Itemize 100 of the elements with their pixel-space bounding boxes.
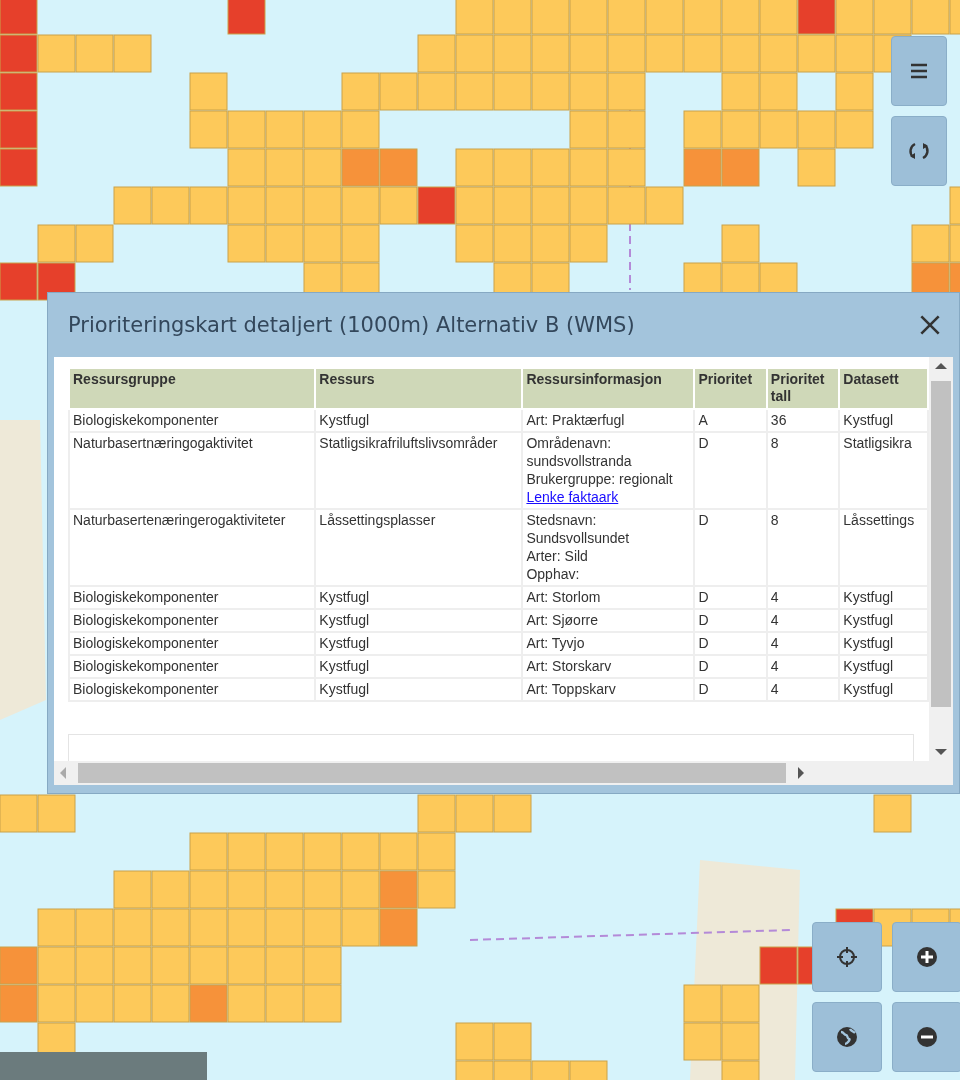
grid-cell [721,1022,760,1061]
refresh-button[interactable] [891,116,947,186]
column-header: Ressursgruppe [73,371,176,387]
grid-cell [493,72,532,111]
grid-cell [75,224,114,263]
grid-cell [493,34,532,73]
zoom-in-button[interactable] [892,922,960,992]
grid-cell [531,34,570,73]
grid-cell [607,110,646,149]
right-caret-icon[interactable] [798,767,804,779]
grid-cell [759,110,798,149]
cell-text: Art: Toppskarv [526,680,617,698]
grid-cell [265,984,304,1023]
grid-cell [0,0,38,35]
grid-cell [797,0,836,35]
grid-cell [379,870,418,909]
grid-cell [569,72,608,111]
cell-text: Kystfugl [843,611,895,629]
grid-cell [265,148,304,187]
grid-cell [683,1022,722,1061]
globe-icon [835,1025,859,1049]
cell-text: Kystfugl [843,588,895,606]
grid-cell [265,186,304,225]
grid-cell [683,110,722,149]
cell-text: D [698,588,710,606]
grid-cell [151,870,190,909]
grid-cell [113,984,152,1023]
grid-cell [455,1060,494,1080]
grid-cell [721,148,760,187]
grid-cell [721,110,760,149]
menu-button[interactable] [891,36,947,106]
grid-cell [607,72,646,111]
grid-cell [0,110,38,149]
cell-text: Kystfugl [843,680,895,698]
cell-text: A [698,411,709,429]
grid-cell [0,148,38,187]
cell-text: Naturbasertenæringerogaktiviteter [73,511,287,529]
grid-cell [0,262,38,301]
cell-text: Biologiskekomponenter [73,411,220,429]
grid-cell [493,186,532,225]
faktaark-link[interactable]: Lenke faktaark [526,488,691,506]
grid-cell [341,908,380,947]
cell-text: 4 [770,657,780,675]
grid-cell [645,0,684,35]
grid-cell [227,224,266,263]
grid-cell [531,148,570,187]
grid-cell [417,870,456,909]
grid-cell [151,908,190,947]
grid-cell [873,794,912,833]
grid-cell [531,186,570,225]
grid-cell [265,224,304,263]
cell-text: Statligsikra [843,434,913,452]
grid-cell [189,984,228,1023]
grid-cell [37,34,76,73]
cell-text: Art: Storlom [526,588,602,606]
cell-text: Arter: Sild [526,547,589,565]
up-caret-icon[interactable] [935,363,947,369]
globe-button[interactable] [812,1002,882,1072]
grid-cell [569,148,608,187]
locate-button[interactable] [812,922,882,992]
zoom-out-button[interactable] [892,1002,960,1072]
grid-cell [37,908,76,947]
grid-cell [493,224,532,263]
grid-cell [873,0,912,35]
cell-text: Kystfugl [843,634,895,652]
cell-text: Biologiskekomponenter [73,588,220,606]
vertical-scrollbar[interactable] [929,357,953,761]
cell-text: Låssettingsplasser [319,511,437,529]
grid-cell [341,870,380,909]
grid-cell [303,946,342,985]
down-caret-icon[interactable] [935,749,947,755]
grid-cell [417,794,456,833]
grid-cell [721,984,760,1023]
grid-cell [37,984,76,1023]
grid-cell [303,870,342,909]
grid-cell [721,0,760,35]
scrollbar-thumb[interactable] [931,381,951,707]
cell-text: Kystfugl [843,657,895,675]
scrollbar-thumb[interactable] [78,763,786,783]
grid-cell [645,186,684,225]
grid-cell [607,0,646,35]
grid-cell [75,908,114,947]
grid-cell [341,832,380,871]
cell-text: Art: Praktærfugl [526,411,626,429]
grid-cell [189,870,228,909]
grid-cell [75,946,114,985]
horizontal-scrollbar[interactable] [54,761,953,785]
grid-cell [189,832,228,871]
grid-cell [569,1060,608,1080]
grid-cell [189,186,228,225]
grid-cell [189,946,228,985]
cell-text: Kystfugl [319,657,371,675]
cell-text: Kystfugl [319,611,371,629]
cell-text: Kystfugl [319,588,371,606]
grid-cell [531,72,570,111]
cell-text: Kystfugl [319,634,371,652]
grid-cell [151,186,190,225]
grid-cell [797,110,836,149]
grid-cell [227,946,266,985]
grid-cell [797,148,836,187]
